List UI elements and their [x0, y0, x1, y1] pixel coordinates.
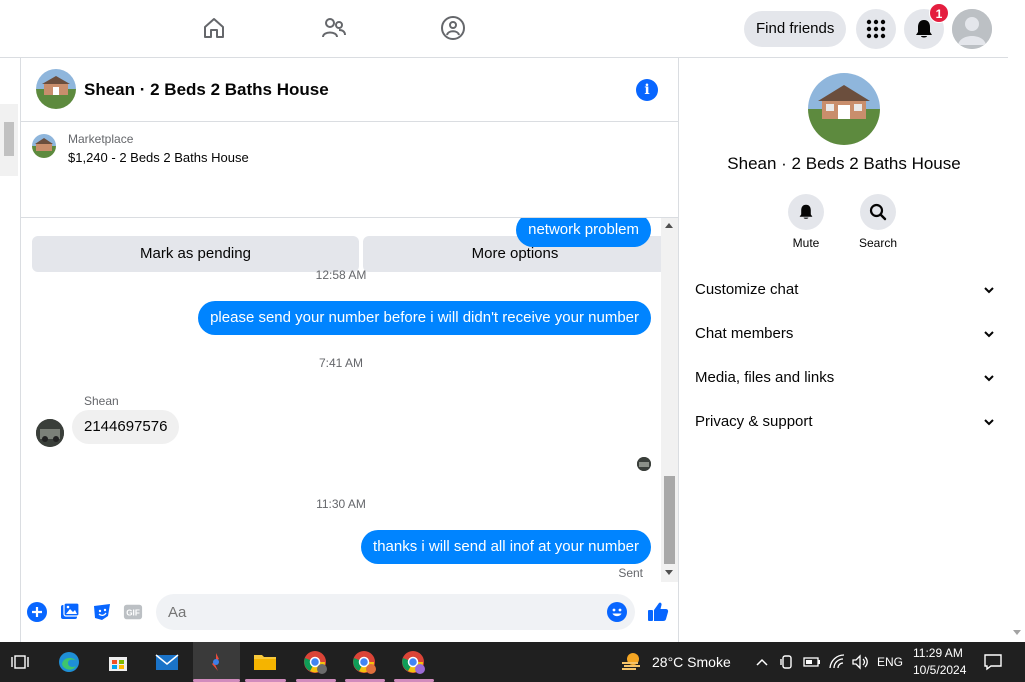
app-icon[interactable]	[204, 650, 228, 674]
sidebar-title: Shean · 2 Beds 2 Baths House	[727, 154, 961, 173]
customize-chat-row[interactable]: Customize chat	[695, 268, 995, 312]
menu-grid-button[interactable]	[856, 9, 896, 49]
find-friends-button[interactable]: Find friends	[744, 11, 847, 47]
scroll-up-arrow[interactable]	[665, 223, 673, 228]
windows-taskbar: 28°C Smoke ENG 11:29 AM 10/5/2024	[0, 642, 1025, 682]
plus-icon[interactable]	[27, 602, 47, 622]
chevron-down-icon	[984, 287, 994, 294]
row-label: Chat members	[695, 325, 794, 342]
message-timestamp: 11:30 AM	[316, 497, 366, 511]
sidebar-avatar[interactable]	[808, 73, 880, 145]
file-explorer-icon[interactable]	[253, 650, 277, 674]
privacy-support-row[interactable]: Privacy & support	[695, 400, 995, 444]
profile-avatar[interactable]	[952, 9, 992, 49]
thumbs-up-icon[interactable]	[646, 600, 670, 624]
wifi-icon[interactable]	[826, 650, 848, 674]
message-list: network problem 12:58 AM please send you…	[21, 218, 661, 582]
sticker-icon[interactable]	[92, 602, 112, 622]
message-outgoing[interactable]: please send your number before i will di…	[198, 301, 651, 335]
chevron-down-icon	[984, 331, 994, 338]
chat-title: Shean · 2 Beds 2 Baths House	[84, 80, 329, 99]
notification-center-icon[interactable]	[981, 650, 1005, 674]
scrollbar-thumb[interactable]	[4, 122, 14, 156]
marketplace-label: Marketplace	[68, 132, 134, 146]
message-input[interactable]	[156, 594, 635, 630]
marketplace-listing: Marketplace $1,240 - 2 Beds 2 Baths Hous…	[21, 122, 679, 272]
emoji-icon[interactable]	[607, 602, 627, 622]
store-icon[interactable]	[106, 650, 130, 674]
top-navigation-bar: Find friends 1	[0, 0, 1008, 58]
chat-avatar[interactable]	[36, 69, 76, 109]
friends-icon[interactable]	[320, 14, 348, 42]
scroll-down-arrow[interactable]	[665, 570, 673, 575]
chevron-up-icon[interactable]	[752, 650, 772, 674]
message-outgoing[interactable]: thanks i will send all inof at your numb…	[361, 530, 651, 564]
row-label: Media, files and links	[695, 369, 835, 386]
scrollbar-thumb[interactable]	[664, 476, 675, 564]
task-view-icon[interactable]	[8, 650, 32, 674]
message-timestamp: 7:41 AM	[318, 356, 364, 370]
page-scrollbar[interactable]	[1008, 0, 1025, 642]
bell-icon	[916, 20, 932, 38]
chrome-profile-icon[interactable]	[303, 650, 327, 674]
clock-date[interactable]: 10/5/2024	[913, 663, 966, 677]
chat-info-sidebar: Shean · 2 Beds 2 Baths House Mute Search…	[680, 58, 1008, 642]
gif-icon[interactable]: GIF	[123, 602, 143, 622]
listing-price[interactable]: $1,240 - 2 Beds 2 Baths House	[68, 150, 249, 165]
edge-browser-icon[interactable]	[57, 650, 81, 674]
chat-header: Shean · 2 Beds 2 Baths House i	[21, 58, 679, 122]
home-icon[interactable]	[200, 14, 228, 42]
meet-icon[interactable]	[777, 650, 797, 674]
media-files-links-row[interactable]: Media, files and links	[695, 356, 995, 400]
message-composer: GIF	[21, 588, 679, 638]
search-label: Search	[858, 236, 898, 250]
chat-scrollbar[interactable]	[661, 218, 678, 582]
message-incoming[interactable]: 2144697576	[72, 410, 180, 444]
row-label: Privacy & support	[695, 413, 813, 430]
clock-time[interactable]: 11:29 AM	[913, 646, 963, 660]
search-button[interactable]: Search	[848, 194, 908, 250]
seen-indicator-avatar	[637, 457, 651, 471]
mute-button[interactable]: Mute	[776, 194, 836, 250]
chat-members-row[interactable]: Chat members	[695, 312, 995, 356]
scroll-down-arrow[interactable]	[1013, 630, 1021, 635]
page-left-scrollbar[interactable]	[0, 104, 18, 176]
language-indicator[interactable]: ENG	[877, 655, 903, 669]
chrome-profile-icon[interactable]	[352, 650, 376, 674]
weather-text[interactable]: 28°C Smoke	[652, 654, 731, 670]
message-timestamp: 12:58 AM	[315, 268, 367, 282]
sent-status: Sent	[618, 566, 643, 580]
search-icon	[860, 194, 896, 230]
chevron-down-icon	[984, 375, 994, 382]
mute-label: Mute	[792, 236, 820, 250]
grid-icon	[866, 19, 886, 39]
weather-icon[interactable]	[620, 650, 644, 674]
groups-icon[interactable]	[439, 14, 467, 42]
chevron-down-icon	[984, 419, 994, 426]
mail-icon[interactable]	[155, 650, 179, 674]
row-label: Customize chat	[695, 281, 799, 298]
chat-panel: Shean · 2 Beds 2 Baths House i Marketpla…	[20, 58, 679, 642]
photo-icon[interactable]	[60, 602, 80, 622]
bell-icon	[788, 194, 824, 230]
volume-icon[interactable]	[849, 650, 871, 674]
info-icon[interactable]: i	[636, 79, 658, 101]
sender-avatar[interactable]	[36, 419, 64, 447]
sender-name: Shean	[84, 394, 119, 408]
listing-thumbnail[interactable]	[32, 134, 56, 158]
battery-icon[interactable]	[801, 650, 823, 674]
svg-text:GIF: GIF	[126, 609, 140, 618]
notification-badge: 1	[929, 3, 949, 23]
chrome-profile-icon[interactable]	[401, 650, 425, 674]
message-outgoing[interactable]: network problem	[516, 218, 651, 247]
